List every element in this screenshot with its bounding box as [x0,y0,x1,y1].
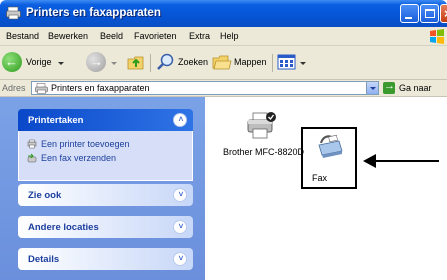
collapse-chevron-icon[interactable]: ˄ [173,113,187,127]
menu-extra[interactable]: Extra [189,31,210,41]
task-pane: Printertaken ˄ Een printer toevoegen Een… [0,97,205,280]
printer-default-icon [247,112,276,139]
panel-printertaken-header[interactable]: Printertaken ˄ [18,109,193,131]
forward-arrow-icon: → [86,52,106,72]
windows-logo-icon [430,29,444,44]
expand-chevron-icon[interactable]: ˅ [173,188,187,202]
views-grid-icon [277,54,296,70]
panel-title: Zie ook [28,190,62,201]
add-printer-icon [27,139,37,149]
window-title: Printers en faxapparaten [26,7,161,19]
back-button[interactable]: ← Vorige [2,52,64,74]
chevron-down-icon [370,87,376,90]
menu-help[interactable]: Help [220,31,239,41]
panel-title: Printertaken [28,115,84,126]
close-button[interactable]: × [440,4,447,23]
search-label: Zoeken [178,57,209,67]
panel-title: Andere locaties [28,222,99,233]
send-fax-icon [27,153,37,163]
task-label: Een fax verzenden [41,153,117,163]
toolbar-separator [150,54,151,72]
task-label: Een printer toevoegen [41,139,130,149]
title-bar[interactable]: Printers en faxapparaten × [0,0,447,27]
maximize-icon [425,9,435,18]
search-button[interactable]: Zoeken [156,52,209,74]
address-field[interactable]: Printers en faxapparaten [31,81,379,95]
highlight-box [301,127,357,189]
printer-fax-icon [35,83,48,94]
minimize-icon [405,17,412,19]
back-dropdown-icon[interactable] [58,62,64,65]
menu-favorieten[interactable]: Favorieten [134,31,177,41]
menu-beeld[interactable]: Beeld [100,31,123,41]
pointer-arrow-line [375,160,439,162]
panel-andere-locaties-header[interactable]: Andere locaties ˅ [18,216,193,238]
expand-chevron-icon[interactable]: ˅ [173,252,187,266]
address-label: Adres [2,83,26,93]
forward-button[interactable]: → [86,52,117,74]
toolbar-separator [272,54,273,72]
minimize-button[interactable] [400,4,419,23]
expand-chevron-icon[interactable]: ˅ [173,220,187,234]
content-area: Brother MFC-8820D Fax [205,97,447,280]
printer-fax-icon [6,6,21,20]
maximize-button[interactable] [420,4,439,23]
panel-printertaken-body: Een printer toevoegen Een fax verzenden [18,131,193,181]
forward-dropdown-icon[interactable] [111,62,117,65]
address-dropdown-button[interactable] [366,82,378,94]
folders-label: Mappen [234,57,267,67]
search-icon [157,53,174,70]
views-button[interactable] [277,52,307,74]
printer-item-brother[interactable]: Brother MFC-8820D [223,111,305,161]
back-label: Vorige [26,57,52,67]
go-arrow-icon: → [384,80,395,92]
address-bar: Adres Printers en faxapparaten → Ga naar [0,80,447,97]
folder-up-icon [127,56,144,70]
folders-button[interactable]: Mappen [212,52,268,74]
back-arrow-icon: ← [2,52,22,72]
panel-title: Details [28,254,60,265]
menu-bestand[interactable]: Bestand [6,31,39,41]
panel-details-header[interactable]: Details ˅ [18,248,193,270]
address-value: Printers en faxapparaten [51,83,150,93]
views-dropdown-icon[interactable] [300,62,306,65]
go-label[interactable]: Ga naar [399,83,432,93]
go-button[interactable]: → [383,80,395,94]
printer-label: Brother MFC-8820D [223,147,305,157]
menu-bar: Bestand Bewerken Beeld Favorieten Extra … [0,27,447,46]
panel-zie-ook-header[interactable]: Zie ook ˅ [18,184,193,206]
up-folder-button[interactable] [126,52,146,74]
toolbar: ← Vorige → Zoeken Mappen [0,46,447,80]
menu-bewerken[interactable]: Bewerken [48,31,88,41]
folders-icon [212,55,232,70]
